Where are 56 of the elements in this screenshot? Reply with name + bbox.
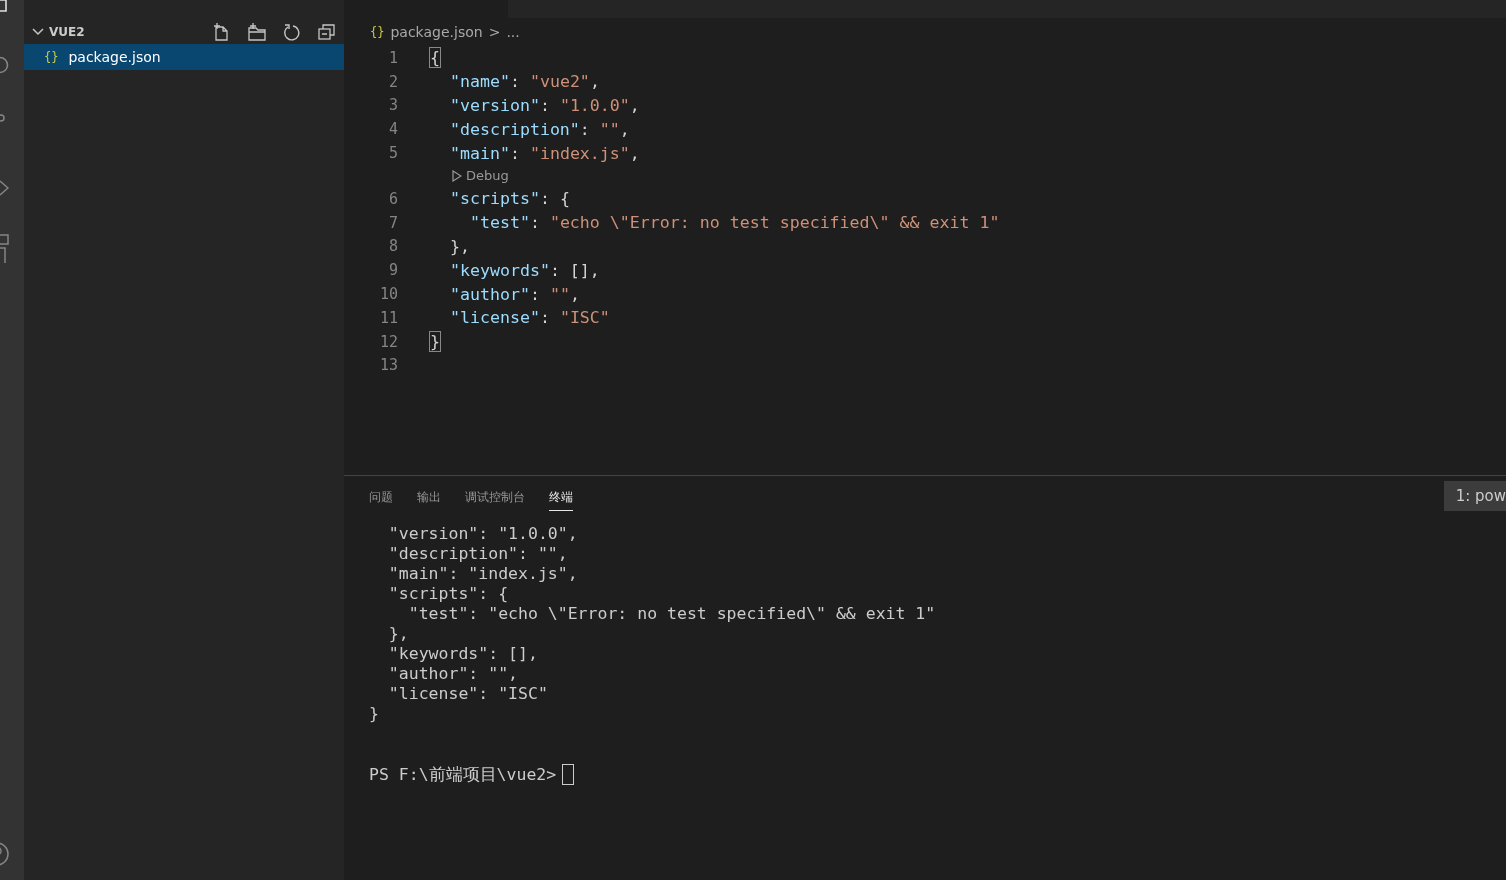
code-line: "description": "", bbox=[448, 119, 630, 139]
code-line: "author": "", bbox=[448, 284, 580, 304]
code-line: "name": "vue2", bbox=[448, 72, 600, 92]
line-number: 7 bbox=[387, 213, 398, 232]
panel-tab[interactable]: 问题 bbox=[369, 485, 393, 511]
line-number: 10 bbox=[378, 285, 398, 304]
panel-tab[interactable]: 输出 bbox=[417, 485, 441, 511]
terminal-line: "main": "index.js", bbox=[387, 564, 579, 584]
line-number: 6 bbox=[387, 189, 398, 208]
matched-bracket: } bbox=[430, 332, 440, 352]
terminal-line: "version": "1.0.0", bbox=[387, 524, 579, 544]
line-number: 1 bbox=[387, 48, 398, 67]
debug-codelens[interactable]: Debug bbox=[452, 168, 509, 184]
panel-tab[interactable]: 调试控制台 bbox=[465, 485, 525, 511]
terminal-line: } bbox=[369, 704, 380, 724]
terminal-selector[interactable]: 1: pow bbox=[1443, 481, 1506, 511]
terminal-line: }, bbox=[387, 624, 410, 644]
line-number: 8 bbox=[387, 237, 398, 256]
terminal-line: "author": "", bbox=[387, 664, 519, 684]
json-file-icon: {} bbox=[44, 50, 59, 64]
code-line: "license": "ISC" bbox=[448, 308, 610, 328]
line-number: 9 bbox=[387, 261, 398, 280]
chevron-icon[interactable] bbox=[32, 28, 44, 36]
line-number: 12 bbox=[378, 332, 398, 351]
folder-title[interactable]: VUE2 bbox=[49, 25, 213, 39]
terminal-line: "keywords": [], bbox=[387, 644, 539, 664]
code-line: "keywords": [], bbox=[448, 260, 600, 280]
line-number: 11 bbox=[378, 308, 398, 327]
line-number: 2 bbox=[387, 72, 398, 91]
terminal-line: "test": "echo \"Error: no test specified\" && exit 1" bbox=[407, 604, 937, 624]
code-line: "version": "1.0.0", bbox=[448, 96, 640, 115]
terminal-prompt: PS F:\前端项目\vue2> bbox=[369, 764, 557, 785]
breadcrumb-item[interactable]: ... bbox=[506, 24, 520, 40]
new-folder-icon[interactable] bbox=[248, 23, 266, 41]
code-line: "scripts": { bbox=[448, 189, 570, 209]
panel-tab[interactable]: 终端 bbox=[549, 485, 573, 511]
code-line: "test": "echo \"Error: no test specified\" && exit 1" bbox=[468, 213, 1000, 233]
terminal-cursor bbox=[562, 764, 575, 785]
refresh-icon[interactable] bbox=[283, 23, 301, 41]
terminal-line: "license": "ISC" bbox=[387, 684, 549, 704]
code-line: }, bbox=[448, 236, 470, 256]
file-item[interactable]: {} package.json bbox=[24, 44, 344, 70]
terminal-line: "scripts": { bbox=[387, 584, 510, 604]
new-file-icon[interactable] bbox=[213, 23, 231, 41]
terminal-line: "description": "", bbox=[387, 544, 569, 564]
matched-bracket: { bbox=[430, 48, 440, 68]
line-number: 4 bbox=[387, 120, 398, 139]
line-number: 13 bbox=[378, 356, 398, 375]
breadcrumb-separator: > bbox=[488, 24, 501, 40]
collapse-all-icon[interactable] bbox=[318, 23, 336, 41]
code-line: "main": "index.js", bbox=[448, 143, 640, 163]
line-number: 3 bbox=[387, 96, 398, 115]
breadcrumb-item[interactable]: package.json bbox=[390, 24, 483, 40]
line-number: 5 bbox=[387, 144, 398, 163]
file-name: package.json bbox=[68, 49, 161, 65]
json-file-icon: {} bbox=[370, 25, 385, 39]
